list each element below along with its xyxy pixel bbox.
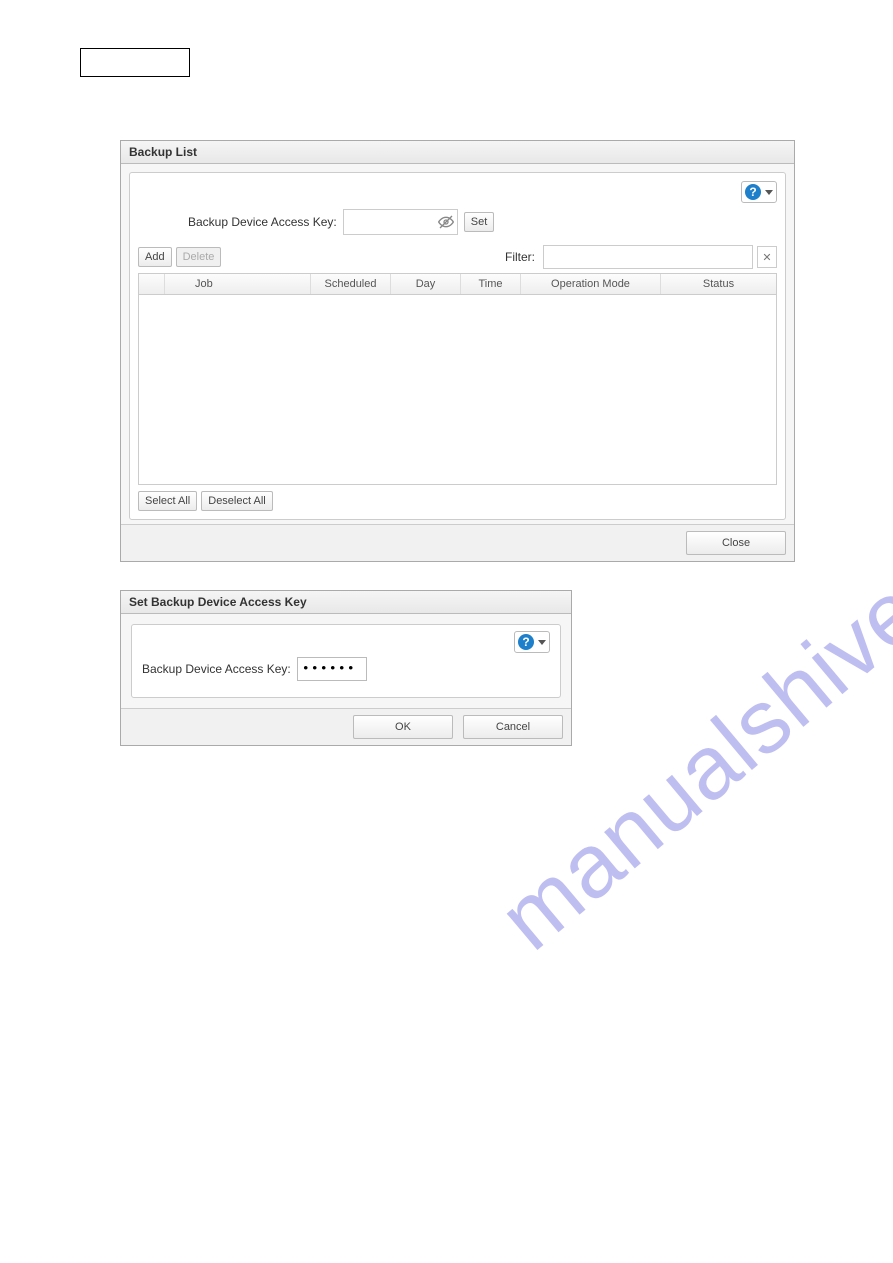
help-icon: ? [745,184,761,200]
deselect-all-button[interactable]: Deselect All [201,491,272,511]
help-button[interactable]: ? [514,631,550,653]
help-icon: ? [518,634,534,650]
col-job[interactable]: Job [165,274,311,294]
col-operation-mode[interactable]: Operation Mode [521,274,661,294]
filter-input[interactable] [543,245,753,269]
col-scheduled[interactable]: Scheduled [311,274,391,294]
set-button[interactable]: Set [464,212,495,232]
help-button[interactable]: ? [741,181,777,203]
ok-button[interactable]: OK [353,715,453,739]
chevron-down-icon [538,640,546,645]
col-status[interactable]: Status [661,274,776,294]
access-key-label: Backup Device Access Key: [142,662,291,676]
filter-clear-button[interactable]: ✕ [757,246,777,268]
access-key-password-input[interactable] [297,657,367,681]
cancel-button[interactable]: Cancel [463,715,563,739]
delete-button: Delete [176,247,222,267]
table-header-row: Job Scheduled Day Time Operation Mode St… [139,274,776,295]
add-button[interactable]: Add [138,247,172,267]
panel2-title: Set Backup Device Access Key [121,591,571,614]
col-time[interactable]: Time [461,274,521,294]
select-all-button[interactable]: Select All [138,491,197,511]
filter-label: Filter: [505,250,535,264]
set-access-key-panel: Set Backup Device Access Key ? Backup De… [120,590,572,746]
eye-off-icon[interactable] [438,214,454,230]
page-outline-box [80,48,190,77]
col-checkbox [139,274,165,294]
panel-title: Backup List [121,141,794,164]
jobs-table: Job Scheduled Day Time Operation Mode St… [138,273,777,485]
access-key-label: Backup Device Access Key: [188,215,337,229]
backup-list-panel: Backup List ? Backup Device Access Key: [120,140,795,562]
chevron-down-icon [765,190,773,195]
close-button[interactable]: Close [686,531,786,555]
col-day[interactable]: Day [391,274,461,294]
